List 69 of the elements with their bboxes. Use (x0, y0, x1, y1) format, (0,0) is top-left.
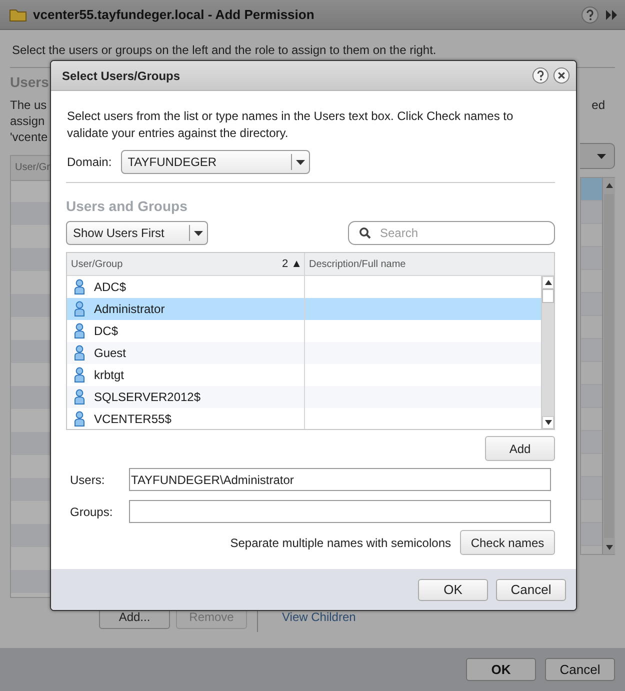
search-field[interactable]: Search (348, 221, 555, 245)
list-row[interactable] (581, 201, 602, 224)
list-row[interactable] (581, 431, 602, 454)
help-icon[interactable] (581, 6, 599, 24)
column-label: User/Group (71, 258, 123, 270)
domain-dropdown[interactable]: TAYFUNDEGER (120, 150, 310, 174)
help-icon[interactable] (532, 67, 549, 84)
user-name: ADC$ (94, 280, 126, 294)
user-icon (74, 301, 85, 317)
section-heading: Users and Groups (66, 198, 188, 215)
sort-indicator: 2 ▲ (282, 258, 302, 270)
add-button[interactable]: Add (485, 436, 555, 461)
column-header[interactable]: Description/Full name (305, 253, 554, 275)
description-text: The us (10, 97, 48, 113)
user-icon (74, 279, 85, 295)
description-text: assign (10, 113, 46, 129)
user-name: DC$ (94, 324, 118, 338)
description-text: 'vcente (10, 129, 48, 145)
cancel-button[interactable]: Cancel (545, 658, 615, 681)
users-label: Users: (69, 472, 106, 486)
list-row[interactable]: VCENTER55$ (67, 408, 541, 429)
expand-icon[interactable] (605, 8, 619, 20)
user-name: VCENTER55$ (94, 412, 172, 426)
groups-field[interactable] (129, 500, 551, 523)
list-row[interactable] (581, 247, 602, 270)
list-row[interactable]: Administrator (67, 298, 541, 320)
description-text: ed (592, 97, 605, 114)
caret-icon (596, 154, 606, 158)
list-row[interactable] (581, 293, 602, 316)
user-icon (74, 389, 85, 405)
list-row[interactable]: SQLSERVER2012$ (67, 386, 541, 408)
filter-dropdown[interactable]: Show Users First (66, 221, 208, 245)
close-icon[interactable] (553, 67, 570, 84)
user-name: krbtgt (94, 368, 124, 382)
users-field[interactable]: TAYFUNDEGER\Administrator (129, 468, 551, 491)
scroll-up-icon[interactable] (544, 280, 552, 285)
list-row[interactable] (581, 477, 602, 500)
user-icon (74, 323, 85, 339)
column-header[interactable]: User/Group 2 ▲ (67, 253, 305, 275)
role-dropdown[interactable] (580, 143, 615, 169)
folder-icon (9, 8, 27, 22)
search-icon (359, 227, 371, 239)
instruction-text: Select the users or groups on the left and the role to assign to them on the right. (12, 42, 438, 58)
scroll-thumb[interactable] (542, 289, 554, 303)
list-row[interactable] (581, 385, 602, 408)
list-row[interactable] (581, 339, 602, 362)
caret-icon (296, 160, 305, 164)
ok-button[interactable]: OK (466, 658, 536, 681)
section-heading: Users (10, 73, 49, 92)
dialog-title: Select Users/Groups (62, 68, 180, 82)
scrollbar[interactable] (541, 276, 554, 429)
hint-text: Separate multiple names with semicolons (230, 536, 451, 550)
user-icon (74, 411, 85, 427)
scroll-down-icon[interactable] (544, 420, 552, 425)
groups-label: Groups: (69, 504, 114, 518)
check-names-button[interactable]: Check names (460, 530, 555, 555)
caret-icon (194, 230, 203, 236)
domain-label: Domain: (67, 155, 112, 169)
intro-text: Select users from the list or type names in the Users text box. Click Check names to validate your entries against the directory. (67, 108, 514, 142)
user-name: SQLSERVER2012$ (94, 390, 201, 404)
window-title: vcenter55.tayfundeger.local - Add Permission (33, 7, 314, 22)
user-icon (74, 345, 85, 361)
view-children-link[interactable]: View Children (282, 610, 356, 624)
ok-button[interactable]: OK (418, 578, 488, 600)
user-name: Guest (94, 346, 126, 360)
user-icon (74, 367, 85, 383)
user-name: Administrator (94, 302, 165, 316)
cancel-button[interactable]: Cancel (496, 578, 566, 600)
list-row[interactable]: Guest (67, 342, 541, 364)
